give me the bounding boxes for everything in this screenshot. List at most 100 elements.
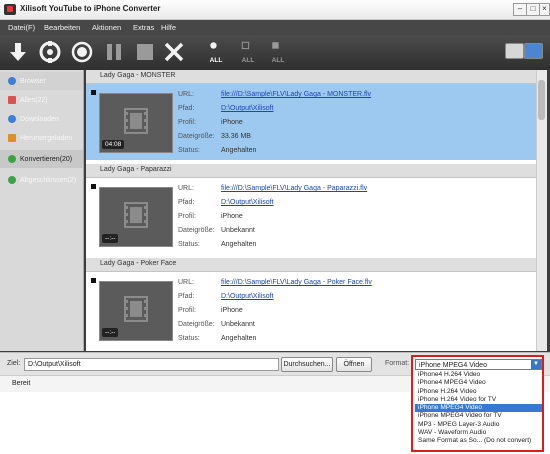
size-value: Unbekannt xyxy=(221,321,255,328)
chevron-down-icon[interactable]: ▼ xyxy=(531,360,541,369)
remove-button[interactable] xyxy=(162,39,186,65)
item-title: Lady Gaga - Poker Face xyxy=(100,260,177,267)
sidebar-item-abgeschlossen[interactable]: Abgeschlossen(2) xyxy=(0,171,83,189)
globe-icon xyxy=(8,77,16,85)
app-logo-icon xyxy=(4,4,16,15)
minimize-button[interactable]: – xyxy=(513,3,527,16)
open-button[interactable]: Öffnen xyxy=(336,357,372,372)
video-thumbnail: --:-- xyxy=(99,281,173,341)
close-button[interactable]: × xyxy=(539,3,550,16)
format-option-selected[interactable]: iPhone MPEG4 Video xyxy=(415,404,542,413)
vertical-scrollbar[interactable] xyxy=(536,70,547,351)
app-window: Xilisoft YouTube to iPhone Converter – □… xyxy=(0,0,550,392)
invert-select-button[interactable]: ALL xyxy=(266,39,290,65)
path-link[interactable]: D:\Output\Xilisoft xyxy=(221,293,274,300)
format-option[interactable]: WAV - Waveform Audio xyxy=(415,429,542,437)
sidebar-item-label: Downloaden xyxy=(20,115,59,123)
url-label: URL: xyxy=(178,185,194,192)
film-icon xyxy=(124,202,148,228)
url-label: URL: xyxy=(178,279,194,286)
detail-view-button[interactable] xyxy=(524,43,543,59)
url-link[interactable]: file:///D:\Sample\FLV\Lady Gaga - Papara… xyxy=(221,185,367,192)
sidebar-item-label: Heruntergeladen xyxy=(20,134,73,142)
path-label: Pfad: xyxy=(178,199,195,206)
maximize-button[interactable]: □ xyxy=(526,3,540,16)
stop-icon xyxy=(137,44,153,60)
downloaded-icon xyxy=(8,134,16,142)
select-all-button[interactable]: ALL xyxy=(204,39,228,65)
toolbar: ALL ALL ALL xyxy=(0,35,550,70)
invert-select-label: ALL xyxy=(271,57,285,64)
duration-badge: --:-- xyxy=(102,234,119,243)
profile-value: iPhone xyxy=(221,213,243,220)
list-view-button[interactable] xyxy=(505,43,524,59)
url-link[interactable]: file:///D:\Sample\FLV\Lady Gaga - Poker … xyxy=(221,279,372,286)
format-option[interactable]: iPhone4 MPEG4 Video xyxy=(415,379,542,387)
scrollbar-thumb[interactable] xyxy=(538,80,545,120)
list-item[interactable]: Lady Gaga - Paparazzi --:-- URL: file://… xyxy=(86,164,536,254)
video-thumbnail: 04:08 xyxy=(99,93,173,153)
convert-button[interactable] xyxy=(38,39,62,65)
menu-bearbeiten[interactable]: Bearbeiten xyxy=(44,23,80,32)
select-all-icon xyxy=(210,42,217,49)
format-select[interactable]: iPhone MPEG4 Video ▼ xyxy=(415,359,542,370)
list-item[interactable]: Lady Gaga - Poker Face --:-- URL: file:/… xyxy=(86,258,536,348)
format-label: Format: xyxy=(385,360,410,367)
status-value: Angehalten xyxy=(221,147,257,154)
sidebar-item-konvertieren[interactable]: Konvertieren(20) xyxy=(0,150,83,168)
sidebar-item-alles[interactable]: Alles(22) xyxy=(0,91,83,109)
item-checkbox[interactable] xyxy=(91,90,96,95)
film-icon xyxy=(124,108,148,134)
item-details: 04:08 URL: file:///D:\Sample\FLV\Lady Ga… xyxy=(86,84,536,160)
format-option[interactable]: iPhone4 H.264 Video xyxy=(415,371,542,379)
list-item[interactable]: Lady Gaga - MONSTER 04:08 URL: file:///D… xyxy=(86,70,536,160)
video-thumbnail: --:-- xyxy=(99,187,173,247)
sidebar-item-heruntergeladen[interactable]: Heruntergeladen xyxy=(0,129,83,147)
format-option[interactable]: Same Format as So... (Do not convert) xyxy=(415,437,542,445)
download-button[interactable] xyxy=(6,39,30,65)
record-button[interactable] xyxy=(70,39,94,65)
menu-hilfe[interactable]: Hilfe xyxy=(161,23,176,32)
path-link[interactable]: D:\Output\Xilisoft xyxy=(221,105,274,112)
duration-badge: --:-- xyxy=(102,328,119,337)
pause-button[interactable] xyxy=(102,39,126,65)
menu-datei[interactable]: Datei(F) xyxy=(8,23,35,32)
url-link[interactable]: file:///D:\Sample\FLV\Lady Gaga - MONSTE… xyxy=(221,91,371,98)
status-value: Angehalten xyxy=(221,335,257,342)
deselect-all-label: ALL xyxy=(241,57,255,64)
item-checkbox[interactable] xyxy=(91,278,96,283)
sidebar-item-browser[interactable]: Browser xyxy=(0,72,83,90)
size-label: Dateigröße: xyxy=(178,321,215,328)
folder-icon xyxy=(8,96,16,104)
item-title: Lady Gaga - Paparazzi xyxy=(100,166,172,173)
duration-badge: 04:08 xyxy=(102,140,125,149)
path-link[interactable]: D:\Output\Xilisoft xyxy=(221,199,274,206)
film-icon xyxy=(124,296,148,322)
item-checkbox[interactable] xyxy=(91,184,96,189)
format-option[interactable]: iPhone H.264 Video for TV xyxy=(415,396,542,404)
size-value: 33.36 MB xyxy=(221,133,251,140)
record-icon xyxy=(71,41,93,63)
path-label: Pfad: xyxy=(178,105,195,112)
size-label: Dateigröße: xyxy=(178,227,215,234)
format-option[interactable]: iPhone MPEG4 Video for TV xyxy=(415,412,542,420)
format-option[interactable]: iPhone H.264 Video xyxy=(415,388,542,396)
deselect-all-icon xyxy=(241,41,250,50)
download-arrow-icon xyxy=(10,43,26,61)
output-path-input[interactable]: D:\Output\Xilisoft xyxy=(24,358,279,371)
format-selected-value: iPhone MPEG4 Video xyxy=(419,362,487,369)
menu-aktionen[interactable]: Aktionen xyxy=(92,23,121,32)
deselect-all-button[interactable]: ALL xyxy=(236,39,260,65)
format-dropdown: iPhone MPEG4 Video ▼ iPhone4 H.264 Video… xyxy=(411,355,544,452)
item-header: Lady Gaga - MONSTER xyxy=(86,70,536,84)
item-details: --:-- URL: file:///D:\Sample\FLV\Lady Ga… xyxy=(86,178,536,254)
download-icon xyxy=(8,115,16,123)
format-option[interactable]: MP3 - MPEG Layer-3 Audio xyxy=(415,421,542,429)
sidebar-item-downloaden[interactable]: Downloaden xyxy=(0,110,83,128)
item-header: Lady Gaga - Paparazzi xyxy=(86,164,536,178)
stop-button[interactable] xyxy=(133,39,157,65)
profile-value: iPhone xyxy=(221,119,243,126)
menu-extras[interactable]: Extras xyxy=(133,23,154,32)
sidebar: Browser Alles(22) Downloaden Heruntergel… xyxy=(0,70,84,351)
browse-button[interactable]: Durchsuchen... xyxy=(281,357,333,372)
